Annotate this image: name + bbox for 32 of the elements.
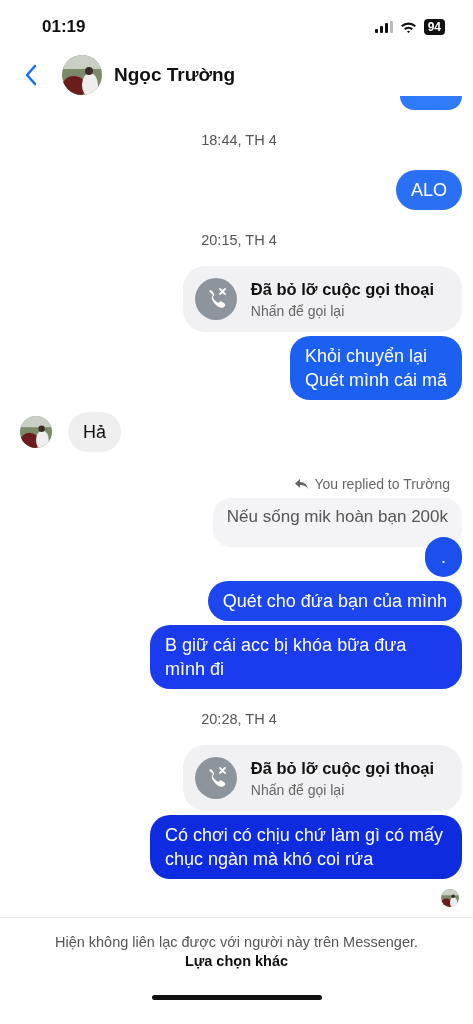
signal-icon <box>374 21 393 33</box>
sent-message: B giữ cái acc bị khóa bữa đưa mình đi <box>150 625 462 689</box>
battery-indicator: 94 <box>423 19 445 35</box>
quoted-message: Nếu sống mik hoàn bạn 200k <box>212 498 462 547</box>
avatar <box>441 889 459 907</box>
sent-message: Khỏi chuyển lại Quét mình cái mã <box>289 336 462 400</box>
other-options-link[interactable]: Lựa chọn khác <box>184 953 289 969</box>
reply-icon <box>295 478 309 490</box>
notice-text: Hiện không liên lạc được với người này trên Messenger. <box>54 934 419 950</box>
missed-call-icon <box>194 278 237 320</box>
reply-label: You replied to Trường <box>314 476 450 492</box>
back-icon[interactable] <box>24 64 38 86</box>
sent-message: Có chơi có chịu chứ làm gì có mấy chục ngàn mà khó coi rứa <box>150 815 462 879</box>
timestamp: 20:15, TH 4 <box>200 232 278 248</box>
call-subtitle: Nhấn để gọi lại <box>250 302 346 319</box>
avatar <box>20 416 52 448</box>
contact-name[interactable]: Ngọc Trường <box>114 64 236 86</box>
wifi-icon <box>399 21 417 33</box>
timestamp: 20:28, TH 4 <box>200 711 278 727</box>
received-message: Hả <box>68 412 121 452</box>
timestamp: 18:44, TH 4 <box>200 132 278 148</box>
missed-call-card[interactable]: Đã bỏ lỡ cuộc gọi thoại Nhấn để gọi lại <box>182 266 462 332</box>
call-subtitle: Nhấn để gọi lại <box>250 781 346 798</box>
sent-message: ALO <box>395 170 462 210</box>
sent-message: Quét cho đứa bạn của mình <box>207 581 462 621</box>
call-title: Đã bỏ lỡ cuộc gọi thoại <box>250 279 434 299</box>
avatar <box>62 55 102 95</box>
status-time: 01:19 <box>42 17 86 37</box>
sent-message: . <box>425 537 462 577</box>
call-title: Đã bỏ lỡ cuộc gọi thoại <box>250 758 434 778</box>
missed-call-card[interactable]: Đã bỏ lỡ cuộc gọi thoại Nhấn để gọi lại <box>182 745 462 811</box>
missed-call-icon <box>194 757 237 799</box>
